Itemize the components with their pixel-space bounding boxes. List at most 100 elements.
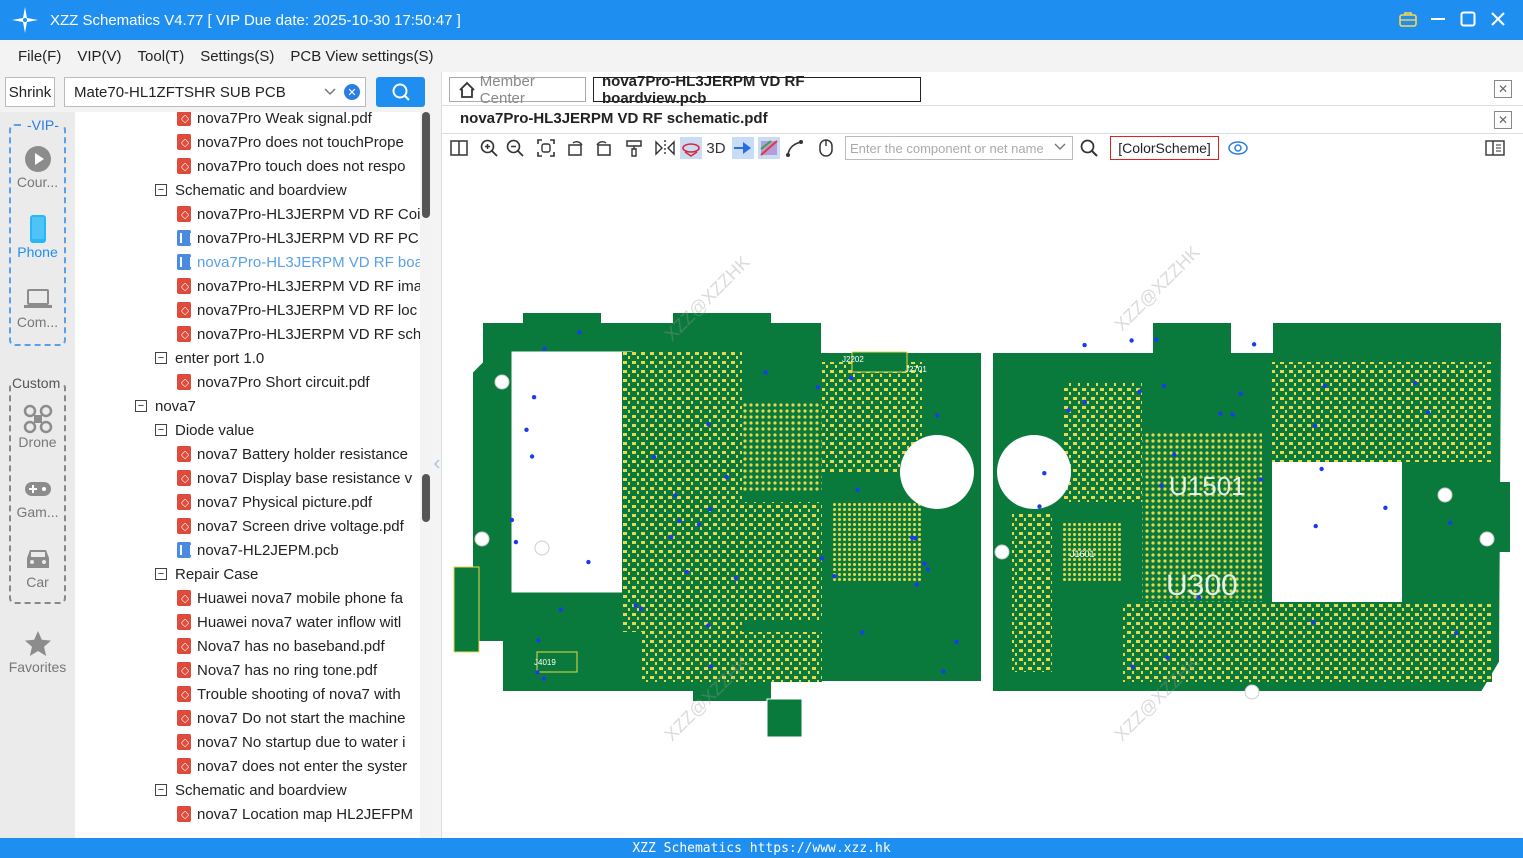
trace-icon[interactable] (784, 137, 806, 159)
via (1082, 342, 1087, 348)
tree-folder[interactable]: − enter port 1.0 (155, 346, 264, 370)
tab-boardview[interactable]: nova7Pro-HL3JERPM VD RF boardview.pcb (593, 73, 921, 107)
collapse-icon[interactable]: − (155, 568, 167, 580)
paint-brush-icon[interactable] (623, 137, 645, 159)
nav-item-car[interactable]: Car (0, 544, 75, 590)
menu-file[interactable]: File(F) (18, 46, 61, 67)
fit-screen-icon[interactable] (535, 137, 557, 159)
tree-file[interactable]: nova7 No startup due to water i (177, 730, 405, 754)
tree-file[interactable]: nova7Pro does not touchPrope (177, 130, 404, 154)
tree-file[interactable]: nova7Pro-HL3JERPM VD RF boa (177, 250, 420, 274)
collapse-icon[interactable]: − (155, 424, 167, 436)
tree-file[interactable]: nova7Pro touch does not respo (177, 154, 405, 178)
tree-folder[interactable]: − Diode value (155, 418, 254, 442)
color-scheme-button[interactable]: [ColorScheme] (1110, 136, 1219, 160)
pcb-canvas[interactable]: U1501 U300 J2202 J2701 J4019 J1601 XZZ@X… (442, 162, 1523, 838)
maximize-button[interactable] (1457, 8, 1479, 30)
collapse-icon[interactable]: − (155, 352, 167, 364)
rotate-right-icon[interactable] (592, 137, 614, 159)
tree-file[interactable]: nova7Pro Short circuit.pdf (177, 370, 370, 394)
mounting-hole (1479, 531, 1495, 547)
net-highlight-icon[interactable] (732, 137, 754, 159)
close-tab-icon[interactable]: ✕ (1494, 80, 1512, 98)
tree-file[interactable]: nova7 Battery holder resistance (177, 442, 408, 466)
vip-bag-icon[interactable] (1397, 8, 1419, 30)
via (586, 559, 591, 565)
chevron-down-icon[interactable] (1054, 140, 1066, 155)
net-search-input[interactable]: Enter the component or net name (845, 136, 1073, 160)
tree-file[interactable]: nova7Pro Weak signal.pdf (177, 112, 372, 130)
tree-folder[interactable]: − Repair Case (155, 562, 258, 586)
tree-item-label: nova7Pro Weak signal.pdf (197, 112, 372, 127)
tree-file[interactable]: Nova7 has no baseband.pdf (177, 634, 385, 658)
tree-file[interactable]: nova7 Location map HL2JEFPM (177, 802, 413, 826)
mirror-icon[interactable] (654, 137, 676, 159)
mouse-icon[interactable] (815, 137, 837, 159)
menu-pcb-view-settings[interactable]: PCB View settings(S) (290, 46, 433, 67)
flip-board-icon[interactable] (680, 137, 702, 159)
mounting-hole (994, 544, 1010, 560)
3d-view-button[interactable]: 3D (704, 137, 728, 159)
close-secondary-tab-icon[interactable]: ✕ (1494, 111, 1512, 129)
tree-folder[interactable]: − nova7 (135, 394, 196, 418)
tree-file[interactable]: nova7 Physical picture.pdf (177, 490, 372, 514)
tree-file[interactable]: nova7Pro-HL3JERPM VD RF PCI (177, 226, 420, 250)
nav-item-phone[interactable]: Phone (0, 214, 75, 260)
tree-file[interactable]: nova7 Screen drive voltage.pdf (177, 514, 404, 538)
nav-item-drone[interactable]: Drone (0, 404, 75, 450)
nav-item-computer[interactable]: Com... (0, 284, 75, 330)
via (638, 606, 644, 611)
menu-tool[interactable]: Tool(T) (138, 46, 185, 67)
tree-file[interactable]: Nova7 has no ring tone.pdf (177, 658, 377, 682)
minimize-button[interactable] (1427, 8, 1449, 30)
tree-file[interactable]: Huawei nova7 mobile phone fa (177, 586, 403, 610)
panel-splitter[interactable] (432, 72, 442, 838)
tree-file[interactable]: nova7 Display base resistance v (177, 466, 412, 490)
tree-file[interactable]: Trouble shooting of nova7 with (177, 682, 401, 706)
tree-file[interactable]: nova7Pro-HL3JERPM VD RF Coi (177, 202, 420, 226)
pcb-board-render[interactable]: U1501 U300 J2202 J2701 J4019 J1601 XZZ@X… (442, 162, 1523, 838)
net-search-icon[interactable] (1078, 137, 1100, 159)
laptop-icon (23, 289, 52, 308)
rotate-left-icon[interactable] (565, 137, 587, 159)
tree-folder[interactable]: − Schematic and boardview (155, 778, 347, 802)
model-search-combo[interactable]: Mate70-HL1ZFTSHR SUB PCB ✕ (64, 77, 366, 107)
via (1322, 383, 1327, 389)
nav-item-label: Gam... (16, 504, 59, 520)
close-button[interactable] (1487, 8, 1509, 30)
side-panel-toggle-icon[interactable] (1484, 137, 1506, 159)
tree-folder[interactable]: − Schematic and boardview (155, 178, 347, 202)
nav-item-favorites[interactable]: Favorites (0, 629, 75, 675)
zoom-in-icon[interactable] (478, 137, 500, 159)
tree-file[interactable]: Huawei nova7 water inflow witl (177, 610, 401, 634)
menu-vip[interactable]: VIP(V) (77, 46, 121, 67)
shrink-button[interactable]: Shrink (5, 77, 55, 107)
tree-file[interactable]: nova7Pro-HL3JERPM VD RF ima (177, 274, 420, 298)
collapse-icon[interactable]: − (135, 400, 147, 412)
split-view-icon[interactable] (448, 137, 470, 159)
tab-schematic[interactable]: nova7Pro-HL3JERPM VD RF schematic.pdf (460, 110, 768, 127)
tree-file[interactable]: nova7Pro-HL3JERPM VD RF loc (177, 298, 417, 322)
scrollbar-thumb[interactable] (422, 112, 430, 218)
pdf-file-icon (177, 710, 191, 726)
zoom-out-icon[interactable] (504, 137, 526, 159)
nav-item-game[interactable]: Gam... (0, 474, 75, 520)
tree-file[interactable]: nova7Pro-HL3JERPM VD RF sch (177, 322, 420, 346)
tree-scrollbar[interactable] (420, 112, 432, 838)
collapse-icon[interactable]: − (155, 184, 167, 196)
chevron-down-icon[interactable] (323, 84, 337, 102)
menu-settings[interactable]: Settings(S) (200, 46, 274, 67)
tree-file[interactable]: nova7 does not enter the syster (177, 754, 407, 778)
tab-member-center[interactable]: Member Center (449, 73, 586, 107)
clear-icon[interactable]: ✕ (344, 84, 360, 100)
nav-item-courses[interactable]: Cour... (0, 144, 75, 190)
via (1159, 483, 1164, 488)
color-layer-icon[interactable] (758, 137, 780, 159)
eye-icon[interactable] (1227, 137, 1249, 159)
search-button[interactable] (376, 77, 425, 107)
primary-tab-bar: Member Center nova7Pro-HL3JERPM VD RF bo… (442, 72, 1523, 107)
scrollbar-thumb-secondary[interactable] (422, 474, 430, 522)
tree-file[interactable]: nova7-HL2JEPM.pcb (177, 538, 339, 562)
collapse-icon[interactable]: − (155, 784, 167, 796)
tree-file[interactable]: nova7 Do not start the machine (177, 706, 405, 730)
